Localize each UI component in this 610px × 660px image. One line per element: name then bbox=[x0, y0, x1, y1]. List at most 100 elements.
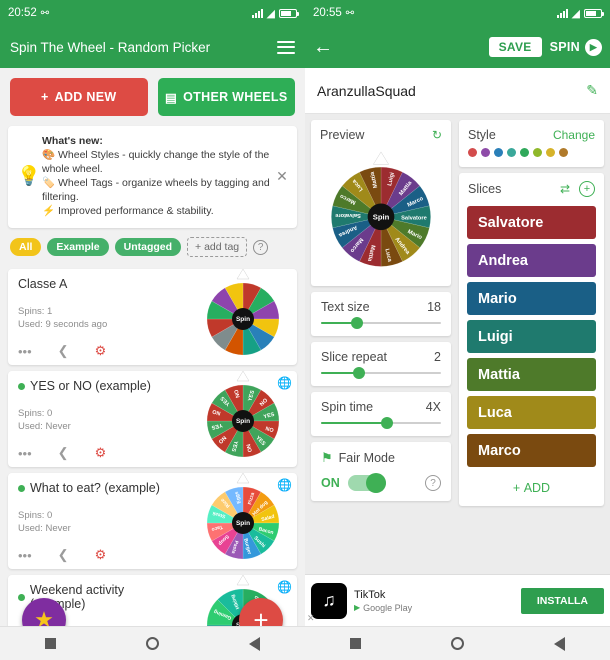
preview-wheel[interactable]: Luigi Mattia Marco Salvatore Mario Andrea Luca… bbox=[311, 146, 451, 286]
share-icon[interactable]: ❮ bbox=[58, 445, 69, 461]
style-swatch-4[interactable] bbox=[520, 148, 529, 157]
wheel-card-meta: Spins: 1 Used: 9 seconds ago bbox=[18, 305, 179, 331]
question-mark-icon[interactable]: ? bbox=[425, 475, 441, 491]
back-arrow-icon[interactable]: ← bbox=[313, 37, 333, 57]
ad-banner[interactable]: ♫ TikTok ▶ Google Play INSTALLA ✕ bbox=[305, 574, 610, 626]
style-swatch-3[interactable] bbox=[507, 148, 516, 157]
wheel-thumbnail[interactable]: Spin bbox=[189, 269, 297, 365]
style-swatches[interactable] bbox=[459, 146, 604, 167]
back-icon[interactable] bbox=[249, 636, 260, 651]
add-slice-button[interactable]: + ADD bbox=[459, 472, 604, 506]
other-wheels-button[interactable]: ▤ OTHER WHEELS bbox=[157, 78, 295, 116]
wheel-card[interactable]: YES or NO (example) Spins: 0 Used: Never… bbox=[8, 371, 297, 467]
change-style-button[interactable]: Change bbox=[553, 128, 595, 142]
svg-text:Salvatore: Salvatore bbox=[335, 212, 361, 218]
style-swatch-0[interactable] bbox=[468, 148, 477, 157]
style-swatch-1[interactable] bbox=[481, 148, 490, 157]
wheel-card-meta: Spins: 0 Used: Never bbox=[18, 407, 179, 433]
left-content: + ADD NEW ▤ OTHER WHEELS 💡 What's new: 🎨… bbox=[0, 68, 305, 660]
battery-icon bbox=[584, 8, 604, 18]
preview-header: Preview ↻ bbox=[311, 120, 451, 146]
wheel-spins: Spins: 0 bbox=[18, 510, 53, 521]
text-size-row: Text size 18 bbox=[321, 300, 441, 314]
fair-mode-header: ⚑ Fair Mode bbox=[321, 450, 441, 466]
text-size-label: Text size bbox=[321, 300, 370, 314]
more-icon[interactable]: ••• bbox=[18, 344, 32, 359]
add-new-button[interactable]: + ADD NEW bbox=[10, 78, 148, 116]
question-mark-icon[interactable]: ? bbox=[253, 239, 269, 255]
style-swatch-7[interactable] bbox=[559, 148, 568, 157]
wheel-card-name: Classe A bbox=[18, 277, 68, 291]
slice-item[interactable]: Marco bbox=[467, 434, 596, 467]
spin-time-slider[interactable] bbox=[321, 417, 441, 429]
gear-icon[interactable]: ⚙ bbox=[95, 343, 107, 359]
home-icon[interactable] bbox=[146, 637, 159, 650]
fair-mode-row: ON ? bbox=[321, 473, 441, 493]
wheel-thumbnail[interactable]: 🌐 YES NO YES NO YES NO YES NO YES NO YES NO Spin bbox=[189, 371, 297, 467]
slice-item[interactable]: Salvatore bbox=[467, 206, 596, 239]
add-new-label: ADD NEW bbox=[54, 90, 117, 104]
slice-label: Mattia bbox=[478, 366, 520, 383]
left-status-bar: 20:52 ⚯ ◢ bbox=[0, 0, 305, 26]
preview-panel: Preview ↻ Luigi Mattia Marco Salvatore Mario… bbox=[311, 120, 451, 286]
signal-icon bbox=[251, 8, 263, 18]
wheel-used: Used: Never bbox=[18, 421, 71, 432]
gear-icon[interactable]: ⚙ bbox=[95, 445, 107, 461]
wheel-card[interactable]: What to eat? (example) Spins: 0 Used: Ne… bbox=[8, 473, 297, 569]
close-icon[interactable]: ✕ bbox=[273, 168, 291, 185]
share-icon[interactable]: ❮ bbox=[58, 343, 69, 359]
hamburger-icon[interactable] bbox=[277, 40, 295, 54]
online-dot-icon bbox=[18, 382, 25, 390]
save-button[interactable]: SAVE bbox=[488, 37, 542, 57]
pencil-icon[interactable]: ✎ bbox=[586, 82, 598, 99]
slice-item[interactable]: Mattia bbox=[467, 358, 596, 391]
wheel-card-actions: ••• ❮ ⚙ bbox=[18, 343, 106, 359]
slice-item[interactable]: Andrea bbox=[467, 244, 596, 277]
recent-apps-icon[interactable] bbox=[350, 638, 361, 649]
wheel-thumbnail[interactable]: 🌐 Pizza Hot dog Salad Bacon Sushi Burger Pasta… bbox=[189, 473, 297, 569]
ad-source-label: Google Play bbox=[363, 602, 413, 613]
signal-icon bbox=[556, 8, 568, 18]
style-swatch-5[interactable] bbox=[533, 148, 542, 157]
fair-mode-toggle[interactable] bbox=[347, 473, 386, 493]
add-tag-button[interactable]: + add tag bbox=[187, 237, 248, 257]
ad-install-button[interactable]: INSTALLA bbox=[520, 587, 604, 614]
tag-example[interactable]: Example bbox=[47, 238, 109, 256]
spin-button[interactable]: SPIN ▶ bbox=[549, 38, 602, 56]
style-swatch-6[interactable] bbox=[546, 148, 555, 157]
style-swatch-2[interactable] bbox=[494, 148, 503, 157]
whats-new-card: 💡 What's new: 🎨 Wheel Styles - quickly c… bbox=[8, 126, 297, 228]
back-icon[interactable] bbox=[554, 636, 565, 651]
text-size-value: 18 bbox=[427, 300, 441, 314]
slice-item[interactable]: Luigi bbox=[467, 320, 596, 353]
shuffle-icon[interactable]: ⇄ bbox=[560, 182, 570, 196]
slice-item[interactable]: Luca bbox=[467, 396, 596, 429]
slice-repeat-slider[interactable] bbox=[321, 367, 441, 379]
spin-label: SPIN bbox=[549, 40, 580, 54]
more-icon[interactable]: ••• bbox=[18, 548, 32, 563]
preview-label: Preview bbox=[320, 128, 365, 142]
wheel-card[interactable]: Classe A Spins: 1 Used: 9 seconds ago ••… bbox=[8, 269, 297, 365]
plus-circle-icon[interactable]: + bbox=[579, 181, 595, 197]
slice-item[interactable]: Mario bbox=[467, 282, 596, 315]
home-icon[interactable] bbox=[451, 637, 464, 650]
gear-icon[interactable]: ⚙ bbox=[95, 547, 107, 563]
refresh-icon[interactable]: ↻ bbox=[432, 128, 442, 142]
ad-source: ▶ Google Play bbox=[354, 603, 514, 613]
tag-untagged[interactable]: Untagged bbox=[114, 238, 182, 256]
google-play-icon: ▶ bbox=[354, 603, 361, 612]
svg-text:Spin: Spin bbox=[236, 520, 250, 527]
share-icon[interactable]: ❮ bbox=[58, 547, 69, 563]
more-icon[interactable]: ••• bbox=[18, 446, 32, 461]
globe-icon: 🌐 bbox=[277, 478, 292, 492]
tag-all[interactable]: All bbox=[10, 238, 42, 256]
right-screen: 20:55 ⚯ ◢ ← SAVE SPIN ▶ AranzullaSquad ✎ bbox=[305, 0, 610, 660]
wheel-title-row[interactable]: AranzullaSquad ✎ bbox=[305, 68, 610, 114]
whats-new-text: What's new: 🎨 Wheel Styles - quickly cha… bbox=[42, 134, 273, 218]
slices-panel: Slices ⇄ + Salvatore Andrea Mario Luigi Matt… bbox=[459, 173, 604, 506]
recent-apps-icon[interactable] bbox=[45, 638, 56, 649]
preview-wheel-svg: LuigiMattiaMarcoSalvatoreMarioAndreaLuca… bbox=[331, 151, 431, 267]
text-size-slider[interactable] bbox=[321, 317, 441, 329]
ad-close-icon[interactable]: ✕ bbox=[307, 613, 315, 624]
slice-label: Salvatore bbox=[478, 214, 544, 231]
